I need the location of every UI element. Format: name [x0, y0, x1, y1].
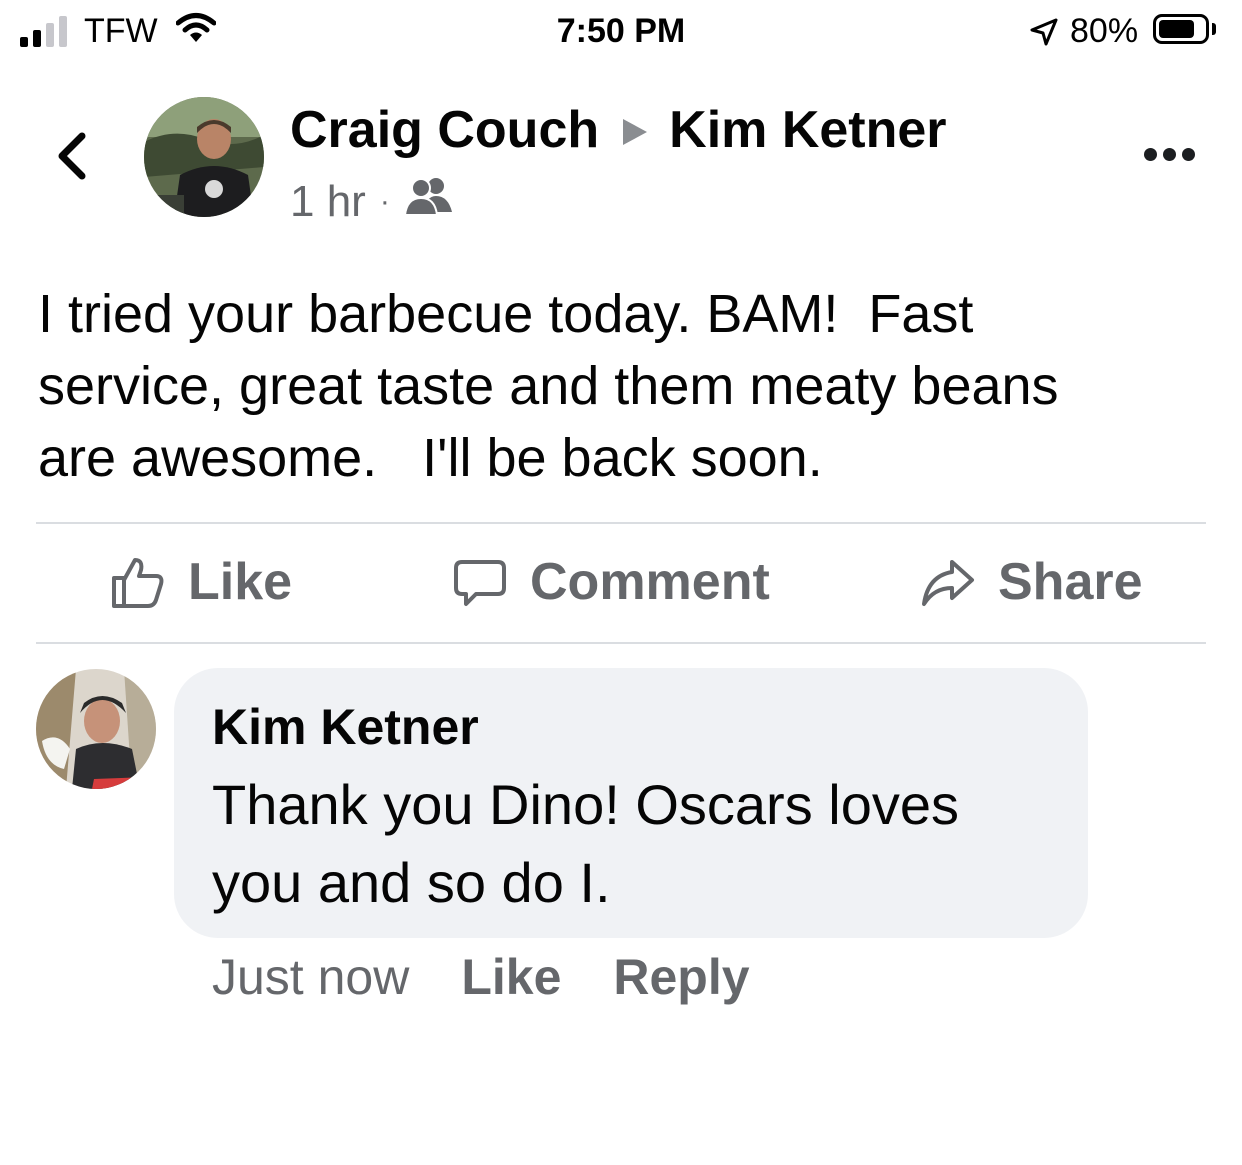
caret-right-icon — [621, 100, 649, 160]
like-label: Like — [188, 553, 293, 611]
post-text-line: I tried your barbecue today. BAM! Fast — [38, 284, 974, 344]
share-label: Share — [998, 553, 1143, 611]
comment-like-button[interactable]: Like — [461, 948, 561, 1006]
post-meta: 1 hr · — [290, 176, 454, 227]
back-button[interactable] — [50, 128, 94, 184]
comment-text: Thank you Dino! Oscars loves you and so … — [212, 766, 1050, 922]
chevron-left-icon — [58, 132, 86, 180]
more-dot — [1144, 148, 1157, 161]
author-name[interactable]: Craig Couch — [290, 100, 599, 160]
friends-icon — [403, 176, 454, 227]
comment-label: Comment — [530, 553, 770, 611]
commenter-name[interactable]: Kim Ketner — [212, 698, 1050, 756]
status-bar: TFW 7:50 PM 80% — [0, 0, 1242, 64]
post-timestamp[interactable]: 1 hr — [290, 177, 366, 227]
comment-button[interactable]: Comment — [452, 552, 770, 612]
speech-bubble-icon — [454, 560, 506, 606]
post-action-bar: Like Comment Share — [0, 552, 1242, 618]
battery-cap — [1212, 23, 1216, 35]
divider — [36, 642, 1206, 644]
share-button[interactable]: Share — [920, 552, 1143, 612]
comment-text-line: you and so do I. — [212, 851, 611, 914]
battery-icon — [1153, 14, 1209, 44]
comment-text-line: Thank you Dino! Oscars loves — [212, 773, 959, 836]
post-title: Craig Couch Kim Ketner — [290, 100, 947, 160]
more-dot — [1163, 148, 1176, 161]
commenter-avatar[interactable] — [36, 669, 156, 789]
comment-bubble[interactable]: Kim Ketner Thank you Dino! Oscars loves … — [174, 668, 1088, 938]
more-options-button[interactable] — [1144, 148, 1195, 161]
more-dot — [1182, 148, 1195, 161]
battery-percentage: 80% — [1070, 12, 1139, 50]
location-arrow-icon — [1030, 18, 1058, 51]
post-text-line: service, great taste and them meaty bean… — [38, 356, 1059, 416]
share-arrow-icon — [922, 560, 974, 606]
target-name[interactable]: Kim Ketner — [669, 100, 946, 160]
comment-footer: Just now Like Reply — [212, 948, 802, 1006]
like-button[interactable]: Like — [110, 552, 292, 612]
battery-level-fill — [1159, 20, 1194, 38]
comment-timestamp: Just now — [212, 949, 410, 1005]
facebook-post-screen: TFW 7:50 PM 80% Craig Couch Kim Ketner 1… — [0, 0, 1242, 1165]
post-text-line: are awesome. I'll be back soon. — [38, 428, 823, 488]
divider — [36, 522, 1206, 524]
comment-reply-button[interactable]: Reply — [613, 948, 749, 1006]
post-text: I tried your barbecue today. BAM! Fast s… — [38, 278, 1218, 494]
author-avatar[interactable] — [144, 97, 264, 217]
meta-separator: · — [379, 184, 390, 218]
thumbs-up-icon — [112, 558, 164, 608]
